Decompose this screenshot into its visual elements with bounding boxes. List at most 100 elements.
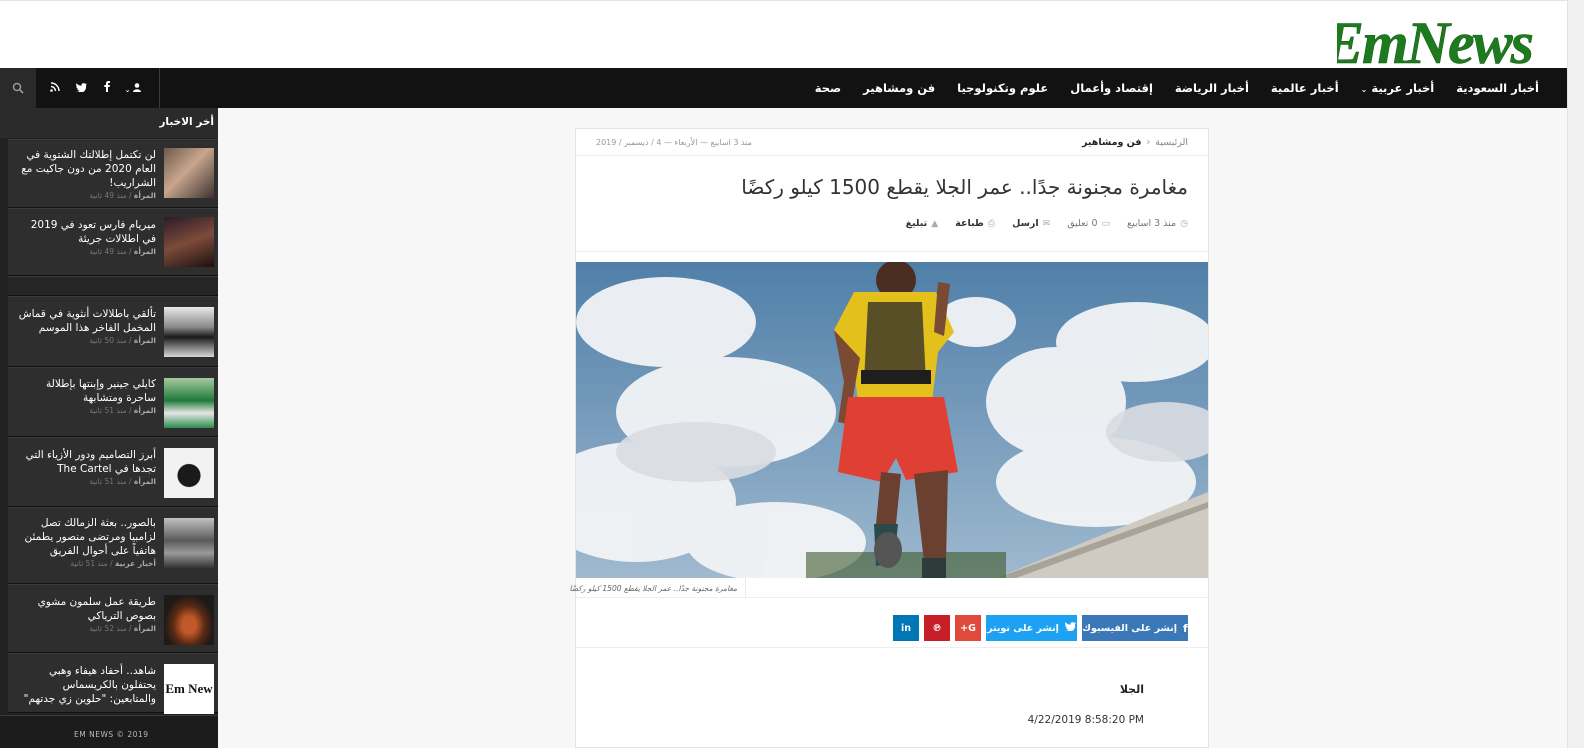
news-thumbnail[interactable]	[164, 518, 214, 568]
rss-icon[interactable]	[42, 81, 68, 95]
nav-icons: ⌄	[0, 68, 160, 108]
divider	[576, 647, 1208, 648]
news-title[interactable]: تألقي باطلالات أنثوية في قماش المخمل الف…	[16, 307, 156, 335]
nav-item-sports[interactable]: أخبار الرياضة	[1175, 81, 1249, 95]
news-title[interactable]: طريقة عمل سلمون مشوي بصوص الترياكي	[16, 595, 156, 623]
copyright-text: EM NEWS © 2019	[74, 730, 149, 739]
article-time: منذ 3 اسابيع	[1127, 218, 1177, 229]
article-body-tag: الجلا	[1119, 683, 1144, 696]
news-time: منذ 51 ثانية	[89, 406, 127, 415]
nav-menu: أخبار السعودية أخبار عربية ⌄ أخبار عالمي…	[793, 68, 1539, 108]
user-icon[interactable]: ⌄	[120, 82, 146, 95]
chevron-down-icon: ⌄	[124, 85, 131, 94]
article-meta: ◷منذ 3 اسابيع ▭ 0 تعليق ✉ارسل ⎙طباعة ▲تبل…	[906, 218, 1188, 229]
sidebar-title: أخر الاخبار	[159, 116, 214, 128]
news-category[interactable]: المرأة	[134, 247, 156, 256]
image-caption: مغامرة مجنونة جدًا.. عمر الجلا يقطع 1500…	[569, 578, 746, 598]
nav-item-celebs[interactable]: فن ومشاهير	[863, 81, 935, 95]
nav-item-world[interactable]: أخبار عالمية	[1271, 81, 1339, 95]
share-buttons: f إنشر على الفيسبوك إنشر على تويتر G+ ℗ i…	[888, 615, 1188, 641]
share-facebook-button[interactable]: f إنشر على الفيسبوك	[1082, 615, 1188, 641]
site-logo[interactable]: EmNews	[1337, 1, 1537, 69]
news-title[interactable]: أبرز التصاميم ودور الأزياء التي تجدها في…	[16, 448, 156, 476]
share-linkedin-button[interactable]: in	[893, 615, 919, 641]
divider	[576, 597, 1208, 598]
sidebar-news-item[interactable]: تألقي باطلالات أنثوية في قماش المخمل الف…	[8, 296, 218, 367]
news-category[interactable]: المرأة	[134, 336, 156, 345]
nav-item-health[interactable]: صحة	[815, 81, 841, 95]
sidebar-news-item[interactable]: بالصور.. بعثة الزمالك تصل لزامبيا ومرتضى…	[8, 507, 218, 584]
article-hero-image[interactable]	[576, 262, 1208, 578]
sidebar-news-item[interactable]: أبرز التصاميم ودور الأزياء التي تجدها في…	[8, 437, 218, 507]
sidebar-header: أخر الاخبار	[0, 108, 218, 138]
mail-icon: ✉	[1042, 219, 1051, 229]
article-card: الرئيسية ‹ فن ومشاهير منذ 3 اسابيع — الأرب…	[569, 128, 1209, 748]
caption-text: مغامرة مجنونة جدًا.. عمر الجلا يقطع 1500…	[569, 584, 737, 593]
comment-icon: ▭	[1101, 219, 1110, 229]
facebook-icon: f	[1182, 621, 1188, 635]
share-twitter-label: إنشر على تويتر	[987, 622, 1059, 634]
share-twitter-button[interactable]: إنشر على تويتر	[986, 615, 1077, 641]
linkedin-icon: in	[900, 622, 912, 634]
report-link[interactable]: تبليغ	[906, 218, 928, 229]
nav-item-tech[interactable]: علوم وتكنولوجيا	[957, 81, 1048, 95]
news-thumbnail[interactable]: Em New	[164, 664, 214, 714]
news-meta: المرأة / منذ 50 ثانية	[89, 336, 156, 345]
facebook-icon[interactable]	[94, 81, 120, 95]
sidebar-news-item[interactable]: كايلي جينير وإبنتها بإطلالة ساحرة ومتشاب…	[8, 367, 218, 437]
news-meta: أخبار عربية / منذ 51 ثانية	[70, 559, 156, 568]
share-facebook-label: إنشر على الفيسبوك	[1082, 622, 1177, 634]
news-title[interactable]: بالصور.. بعثة الزمالك تصل لزامبيا ومرتضى…	[16, 516, 156, 558]
nav-item-arab[interactable]: أخبار عربية ⌄	[1361, 81, 1435, 95]
news-time: منذ 52 ثانية	[89, 624, 127, 633]
news-title[interactable]: لن تكتمل إطلالتك الشتوية في العام 2020 م…	[16, 148, 156, 190]
sidebar-news-item[interactable]: طريقة عمل سلمون مشوي بصوص الترياكي المرأ…	[8, 584, 218, 653]
nav-divider	[159, 68, 160, 108]
page: EmNews ⌄ أخبار السعودية أخبار عربية ⌄ أخ…	[0, 0, 1584, 748]
news-title[interactable]: كايلي جينير وإبنتها بإطلالة ساحرة ومتشاب…	[16, 377, 156, 405]
sidebar-spacer	[8, 276, 218, 296]
page-scrollbar[interactable]	[1567, 0, 1584, 748]
news-meta: المرأة / منذ 51 ثانية	[89, 406, 156, 415]
news-title[interactable]: شاهد.. أحفاد هيفاء وهبي يحتفلون بالكريسم…	[16, 664, 156, 706]
breadcrumb-separator: ‹	[1146, 137, 1151, 148]
thumbnail-logo-text: Em New	[165, 681, 213, 696]
send-link[interactable]: ارسل	[1012, 218, 1039, 229]
breadcrumb-home[interactable]: الرئيسية	[1155, 137, 1188, 148]
share-googleplus-button[interactable]: G+	[955, 615, 981, 641]
sidebar-news-item[interactable]: Em New شاهد.. أحفاد هيفاء وهبي يحتفلون ب…	[8, 653, 218, 714]
news-title[interactable]: ميريام فارس تعود في 2019 في اطلالات جريئ…	[16, 218, 156, 246]
news-category[interactable]: المرأة	[134, 624, 156, 633]
sidebar-list: لن تكتمل إطلالتك الشتوية في العام 2020 م…	[8, 139, 218, 714]
news-category[interactable]: المرأة	[134, 406, 156, 415]
news-thumbnail[interactable]	[164, 448, 214, 498]
news-category[interactable]: المرأة	[134, 477, 156, 486]
news-thumbnail[interactable]	[164, 595, 214, 645]
search-icon[interactable]	[0, 68, 36, 108]
news-time: منذ 51 ثانية	[89, 477, 127, 486]
news-thumbnail[interactable]	[164, 378, 214, 428]
sidebar-news-item[interactable]: ميريام فارس تعود في 2019 في اطلالات جريئ…	[8, 208, 218, 276]
sidebar-footer: EM NEWS © 2019	[0, 715, 218, 748]
sidebar-news-item[interactable]: لن تكتمل إطلالتك الشتوية في العام 2020 م…	[8, 139, 218, 208]
breadcrumb-current[interactable]: فن ومشاهير	[1082, 137, 1141, 148]
share-pinterest-button[interactable]: ℗	[924, 615, 950, 641]
news-thumbnail[interactable]	[164, 217, 214, 267]
news-thumbnail[interactable]	[164, 307, 214, 357]
news-category[interactable]: أخبار عربية	[115, 559, 156, 568]
nav-item-economy[interactable]: إقتصاد وأعمال	[1070, 81, 1153, 95]
news-category[interactable]: المرأة	[134, 191, 156, 200]
divider	[576, 251, 1208, 252]
news-thumbnail[interactable]	[164, 148, 214, 198]
chevron-down-icon: ⌄	[1360, 85, 1368, 94]
comments-link[interactable]: 0 تعليق	[1067, 218, 1097, 229]
latest-news-sidebar: أخر الاخبار لن تكتمل إطلالتك الشتوية في …	[0, 108, 218, 748]
header: EmNews	[0, 0, 1567, 69]
print-link[interactable]: طباعة	[955, 218, 984, 229]
logo-text: EmNews	[1337, 10, 1533, 69]
nav-item-saudi[interactable]: أخبار السعودية	[1456, 81, 1539, 95]
news-time: منذ 49 ثانية	[89, 191, 127, 200]
article-body-date: 4/22/2019 8:58:20 PM	[1027, 714, 1144, 726]
pinterest-icon: ℗	[932, 622, 942, 634]
twitter-icon[interactable]	[68, 82, 94, 95]
